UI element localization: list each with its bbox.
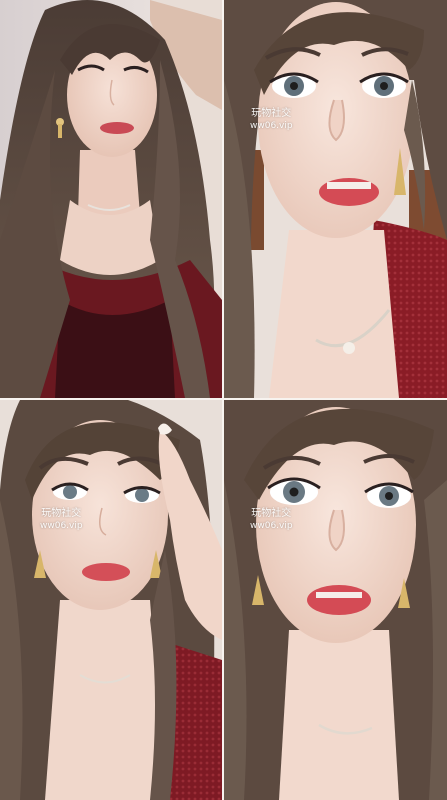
photo-panel-top-right: 玩物社交 ww06.vip [224, 0, 447, 398]
photo-panel-top-left [0, 0, 222, 398]
portrait-photo [0, 0, 222, 398]
photo-panel-bottom-left: 玩物社交 ww06.vip [0, 400, 222, 800]
photo-panel-bottom-right: 玩物社交 ww06.vip [224, 400, 447, 800]
portrait-photo [224, 400, 447, 800]
photo-collage: 玩物社交 ww06.vip 玩物社交 ww06.vip 玩物社交 ww06.vi… [0, 0, 447, 800]
portrait-photo [224, 0, 447, 398]
portrait-photo [0, 400, 222, 800]
